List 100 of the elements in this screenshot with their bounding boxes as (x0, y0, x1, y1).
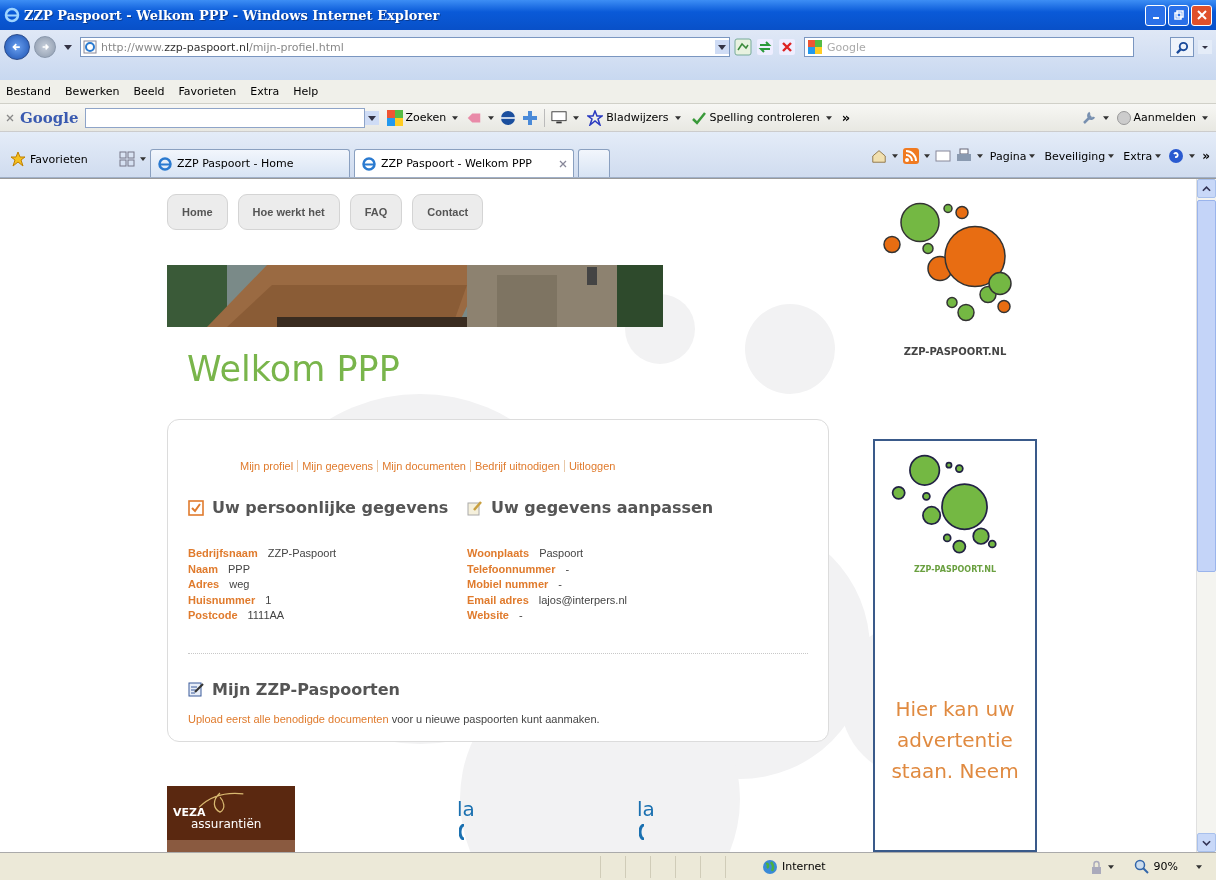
nav-button[interactable]: Contact (412, 194, 484, 230)
caret-icon[interactable] (488, 115, 495, 120)
dropdown-icon[interactable] (715, 40, 729, 54)
caret-icon[interactable] (976, 154, 983, 158)
field-label: Website (467, 609, 509, 623)
favorites-button[interactable]: Favorieten (4, 147, 114, 171)
minimize-button[interactable] (1145, 4, 1166, 26)
field-value: lajos@interpers.nl (538, 593, 627, 608)
search-button[interactable]: Zoeken (384, 109, 461, 126)
minimize-icon (1152, 17, 1159, 19)
caret-icon (1029, 154, 1036, 158)
field-label: Postcode (188, 609, 238, 623)
caret-icon (1202, 115, 1208, 120)
toolbar-brand: Google (20, 108, 79, 127)
bookmarks-button[interactable]: Bladwijzers (585, 109, 683, 126)
close-icon[interactable] (6, 113, 14, 122)
nav-button[interactable]: Home (167, 194, 228, 230)
page-icon (361, 155, 377, 172)
caret-icon[interactable] (1107, 864, 1114, 869)
caret-icon[interactable] (891, 154, 898, 158)
restore-icon (1173, 10, 1184, 20)
window-title: ZZP Paspoort - Welkom PPP - Windows Internet Explorer (24, 7, 441, 23)
menu-item[interactable]: Help (293, 85, 319, 98)
globe-icon[interactable] (500, 109, 517, 126)
page-icon (157, 155, 173, 172)
spelling-button[interactable]: Spelling controleren (688, 109, 834, 126)
menu-item[interactable]: Extra (250, 85, 280, 98)
address-field[interactable]: http://www.zzp-paspoort.nl/mijn-profiel.html (80, 37, 730, 57)
nav-button[interactable]: FAQ (349, 194, 403, 230)
menu-item[interactable]: Favorieten (178, 85, 237, 98)
logo-text: ZZP-PASPOORT.NL (903, 346, 1007, 357)
command-menu[interactable]: Pagina (987, 146, 1038, 166)
field-value: weg (229, 578, 250, 592)
new-tab-button[interactable] (578, 149, 610, 177)
menu-item[interactable]: Bewerken (65, 85, 120, 98)
caret-icon[interactable] (1189, 154, 1196, 158)
partner-logo-icon (639, 823, 645, 840)
menu-item[interactable]: Beeld (133, 85, 165, 98)
sign-in-button[interactable]: Aanmelden (1114, 110, 1210, 125)
toolbar-search-field[interactable] (84, 107, 365, 128)
caret-icon[interactable] (573, 115, 580, 120)
caret-icon[interactable] (1102, 115, 1109, 120)
note-pencil-icon[interactable] (467, 499, 483, 516)
section-heading: Mijn ZZP-Paspoorten (212, 679, 400, 699)
caret-icon (1108, 154, 1115, 158)
compatibility-icon[interactable] (734, 38, 752, 56)
zoom-icon[interactable] (1133, 858, 1150, 875)
field-value: Paspoort (539, 547, 584, 561)
browser-tab[interactable]: ZZP Paspoort - Home (150, 149, 350, 177)
search-provider-icon (386, 109, 403, 126)
back-button[interactable] (4, 34, 30, 60)
scroll-up-icon[interactable] (1202, 185, 1211, 192)
caret-icon (825, 115, 832, 120)
search-icon (1175, 40, 1189, 54)
more-button[interactable]: » (839, 110, 853, 125)
section-heading: Uw persoonlijke gegevens (212, 498, 449, 517)
refresh-icon[interactable] (756, 38, 774, 56)
zoom-level[interactable]: 90% (1153, 860, 1178, 873)
search-button[interactable] (1170, 37, 1194, 57)
edit-document-icon (188, 681, 204, 697)
command-menu[interactable]: Extra (1121, 146, 1164, 166)
field-value: - (565, 562, 570, 577)
caret-icon (674, 115, 681, 120)
stop-icon[interactable] (778, 38, 796, 56)
advertisement-text: Hier kan uw advertentie staan. Neem (890, 696, 1020, 785)
command-menu[interactable]: Beveiliging (1042, 146, 1117, 166)
field-value: 1 (265, 593, 272, 608)
plus-icon[interactable] (522, 109, 539, 126)
scrollbar[interactable] (1196, 179, 1216, 852)
caret-icon[interactable] (923, 154, 930, 158)
dropdown-icon[interactable] (1198, 40, 1212, 54)
caret-icon[interactable] (140, 157, 146, 161)
help-icon[interactable] (1168, 148, 1185, 164)
caret-icon (1155, 154, 1162, 158)
close-icon (1196, 10, 1207, 20)
forward-button[interactable] (34, 36, 56, 58)
field-value: - (558, 578, 562, 592)
page-icon (83, 40, 97, 54)
scroll-down-icon[interactable] (1202, 839, 1211, 846)
close-icon[interactable] (559, 159, 567, 168)
section-heading[interactable]: Uw gegevens aanpassen (491, 498, 714, 517)
field-label: Telefoonnummer (467, 562, 556, 577)
search-field[interactable]: Google (804, 37, 1134, 57)
caret-icon[interactable] (1196, 864, 1202, 869)
field-value: - (519, 609, 523, 623)
nav-button[interactable]: Hoe werkt het (237, 194, 340, 230)
partner-logo-text: la (457, 797, 475, 820)
star-icon (587, 109, 604, 126)
maximize-button[interactable] (1168, 4, 1189, 26)
more-button[interactable]: » (1200, 146, 1212, 166)
page-heading: Welkom PPP (187, 348, 401, 391)
sponsor-name: VEZA (173, 805, 206, 819)
menu-item[interactable]: Bestand (6, 85, 52, 98)
sponsor-banner[interactable]: VEZA assurantiën (167, 785, 295, 852)
close-button[interactable] (1191, 4, 1212, 26)
caret-icon (452, 115, 459, 120)
monitor-icon[interactable] (551, 109, 568, 126)
browser-tab[interactable]: ZZP Paspoort - Welkom PPP (354, 149, 574, 177)
caret-icon[interactable] (64, 45, 72, 50)
field-label: Email adres (467, 593, 529, 608)
